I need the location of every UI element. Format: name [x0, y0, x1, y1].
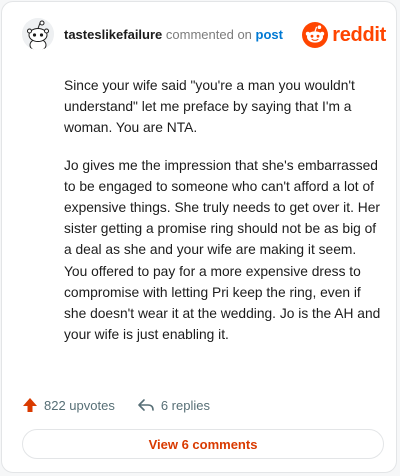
- comment-card: tasteslikefailure commented on post redd…: [1, 1, 397, 473]
- post-link[interactable]: post: [256, 27, 283, 42]
- snoo-avatar-icon[interactable]: [22, 18, 54, 50]
- reddit-logo[interactable]: reddit: [302, 20, 386, 50]
- comment-stats: 822 upvotes 6 replies: [22, 395, 210, 415]
- comment-meta: tasteslikefailure commented on post: [64, 27, 283, 43]
- comment-paragraph: Since your wife said "you're a man you w…: [64, 78, 355, 136]
- upvote-arrow-icon: [23, 398, 37, 412]
- comment-body: Since your wife said "you're a man you w…: [64, 75, 382, 361]
- reddit-wordmark: reddit: [332, 23, 386, 46]
- upvote-stat[interactable]: 822 upvotes: [22, 397, 115, 413]
- username-link[interactable]: tasteslikefailure: [64, 27, 162, 42]
- reply-count: 6 replies: [160, 397, 210, 413]
- reply-stat[interactable]: 6 replies: [137, 397, 210, 413]
- action-text: commented on: [165, 27, 252, 42]
- view-comments-button[interactable]: View 6 comments: [22, 429, 384, 459]
- reddit-logo-icon: [302, 22, 329, 48]
- reply-arrow-icon: [138, 399, 154, 411]
- comment-paragraph: Jo gives me the impression that she's em…: [64, 157, 381, 343]
- upvote-count: 822 upvotes: [44, 397, 115, 413]
- comment-header: tasteslikefailure commented on post redd…: [22, 18, 386, 52]
